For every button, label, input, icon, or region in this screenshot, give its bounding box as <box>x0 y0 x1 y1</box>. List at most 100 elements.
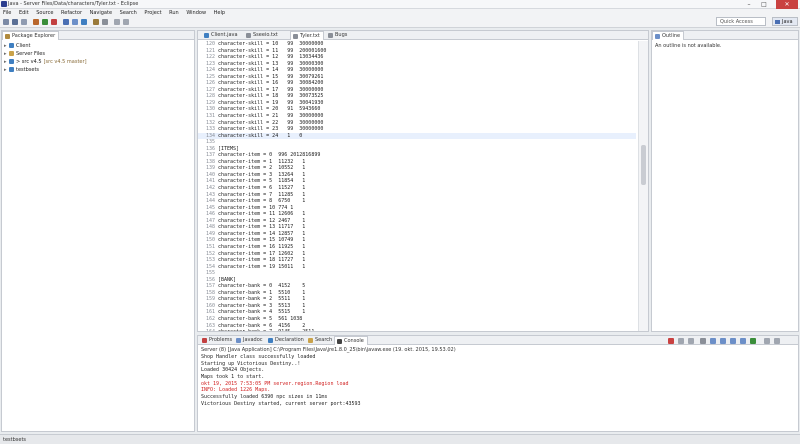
menu-help[interactable]: Help <box>211 9 228 16</box>
forward-icon[interactable] <box>123 19 129 25</box>
search-icon[interactable] <box>102 19 108 25</box>
line-text: character-item = 13 11717 1 <box>218 224 306 231</box>
java-perspective-button[interactable]: Java <box>772 17 798 26</box>
tree-item-src[interactable]: ▸ > src v4.5 [src v4.5 master] <box>4 58 87 66</box>
line-text: character-bank = 1 5510 1 <box>218 289 306 296</box>
console-output[interactable]: Shop Handler class successfully loaded St… <box>201 354 361 408</box>
tab-sseeio-txt[interactable]: Sseeio.txt <box>244 31 281 40</box>
tab-client-java[interactable]: Client.java <box>202 31 241 40</box>
console-line: Starting up Victorious Destiny..! <box>201 360 301 367</box>
line-text: character-skill = 10 99 30000000 <box>218 41 324 47</box>
line-text: character-skill = 11 99 200001600 <box>218 47 327 54</box>
remove-launch-icon[interactable] <box>678 338 684 344</box>
line-text: character-item = 3 13264 1 <box>218 171 306 178</box>
new-package-icon[interactable] <box>72 19 78 25</box>
package-explorer-view: Package Explorer ▸ Client ▸ Server Files ▸… <box>1 30 195 432</box>
menu-bar: File Edit Source Refactor Navigate Searc… <box>0 9 800 16</box>
project-icon <box>9 59 14 64</box>
external-tools-icon[interactable] <box>51 19 57 25</box>
console-line: INFO: Loaded 1226 Maps. <box>201 387 271 394</box>
clear-console-icon[interactable] <box>700 338 706 344</box>
tab-package-explorer[interactable]: Package Explorer <box>2 31 60 40</box>
eclipse-icon <box>1 1 7 7</box>
text-file-icon <box>293 34 298 39</box>
menu-run[interactable]: Run <box>166 9 182 16</box>
line-text: character-skill = 13 99 30000300 <box>218 60 324 67</box>
quick-access-field[interactable]: Quick Access <box>716 17 766 26</box>
tab-console[interactable]: Console <box>334 336 368 345</box>
pin-console-icon[interactable] <box>730 338 736 344</box>
scroll-lock-icon[interactable] <box>710 338 716 344</box>
remove-all-icon[interactable] <box>688 338 694 344</box>
new-java-project-icon[interactable] <box>63 19 69 25</box>
menu-navigate[interactable]: Navigate <box>87 9 115 16</box>
open-console-icon[interactable] <box>750 338 756 344</box>
editor-area: Client.java Sseeio.txt Tyler.txt Bugs 12… <box>197 30 649 332</box>
editor-tabstrip: Client.java Sseeio.txt Tyler.txt Bugs <box>198 31 648 40</box>
scrollbar-thumb[interactable] <box>641 145 646 185</box>
run-icon[interactable] <box>42 19 48 25</box>
status-text: testbsets <box>3 437 27 443</box>
maximize-button[interactable]: □ <box>757 0 771 9</box>
editor-vertical-scrollbar[interactable] <box>638 41 648 331</box>
minimize-button[interactable]: – <box>742 0 756 9</box>
menu-project[interactable]: Project <box>141 9 164 16</box>
tab-bugs[interactable]: Bugs <box>326 31 350 40</box>
tab-tyler-txt[interactable]: Tyler.txt <box>290 31 324 40</box>
save-icon[interactable] <box>12 19 18 25</box>
print-icon[interactable] <box>21 19 27 25</box>
menu-search[interactable]: Search <box>117 9 140 16</box>
code-text[interactable]: 120 character-skill = 10 99 30000000 121 ch… <box>198 41 636 331</box>
line-text: character-item = 12 2467 1 <box>218 217 306 224</box>
tab-javadoc[interactable]: Javadoc <box>234 336 266 345</box>
new-class-icon[interactable] <box>81 19 87 25</box>
line-text: character-item = 7 11285 1 <box>218 191 306 198</box>
display-console-icon[interactable] <box>740 338 746 344</box>
line-text: character-bank = 2 5511 1 <box>218 296 306 303</box>
main-toolbar <box>0 16 800 28</box>
debug-icon[interactable] <box>33 19 39 25</box>
declaration-icon <box>268 338 273 343</box>
line-text: character-item = 6 11527 1 <box>218 185 306 192</box>
console-line: Shop Handler class successfully loaded <box>201 354 316 360</box>
tree-item-client[interactable]: ▸ Client <box>4 42 87 50</box>
line-text: character-bank = 0 4152 5 <box>218 283 306 290</box>
line-text: character-skill = 19 99 30041930 <box>218 99 324 106</box>
menu-file[interactable]: File <box>0 9 14 16</box>
console-line: okt 19, 2015 7:53:05 PM server.region.Re… <box>201 380 349 387</box>
line-text: character-item = 0 996 2012816899 <box>218 152 321 159</box>
project-tree: ▸ Client ▸ Server Files ▸ > src v4.5 [src v4… <box>4 42 87 74</box>
back-icon[interactable] <box>114 19 120 25</box>
outline-icon <box>655 34 660 39</box>
title-bar: Java - Server Files/Data/characters/Tyle… <box>0 0 800 9</box>
maximize-icon[interactable] <box>774 338 780 344</box>
tab-problems[interactable]: Problems <box>200 336 235 345</box>
menu-refactor[interactable]: Refactor <box>58 9 85 16</box>
open-type-icon[interactable] <box>93 19 99 25</box>
close-button[interactable]: ✕ <box>776 0 798 9</box>
console-line: Successfully loaded 6390 npc sizes in 11… <box>201 394 328 401</box>
line-number: 164 <box>198 329 218 331</box>
line-text: character-item = 2 10552 1 <box>218 165 306 172</box>
menu-window[interactable]: Window <box>183 9 209 16</box>
tree-item-testbsets[interactable]: ▸ testbsets <box>4 66 87 74</box>
project-icon <box>9 43 14 48</box>
folder-icon <box>9 51 14 56</box>
line-text: character-skill = 24 1 0 <box>218 132 303 139</box>
tree-item-server-files[interactable]: ▸ Server Files <box>4 50 87 58</box>
menu-edit[interactable]: Edit <box>16 9 32 16</box>
console-icon <box>337 339 342 344</box>
tab-declaration[interactable]: Declaration <box>266 336 307 345</box>
tab-search[interactable]: Search <box>306 336 335 345</box>
search-icon <box>308 338 313 343</box>
menu-source[interactable]: Source <box>33 9 56 16</box>
tab-outline[interactable]: Outline <box>652 31 685 40</box>
terminate-icon[interactable] <box>668 338 674 344</box>
line-text: character-item = 14 12857 1 <box>218 230 306 237</box>
minimize-icon[interactable] <box>764 338 770 344</box>
new-icon[interactable] <box>3 19 9 25</box>
outline-view: Outline An outline is not available. <box>651 30 799 332</box>
code-line[interactable]: 164character-bank = 7 9145 2511 <box>198 329 636 331</box>
line-text: character-bank = 5 561 1038 <box>218 315 303 322</box>
word-wrap-icon[interactable] <box>720 338 726 344</box>
